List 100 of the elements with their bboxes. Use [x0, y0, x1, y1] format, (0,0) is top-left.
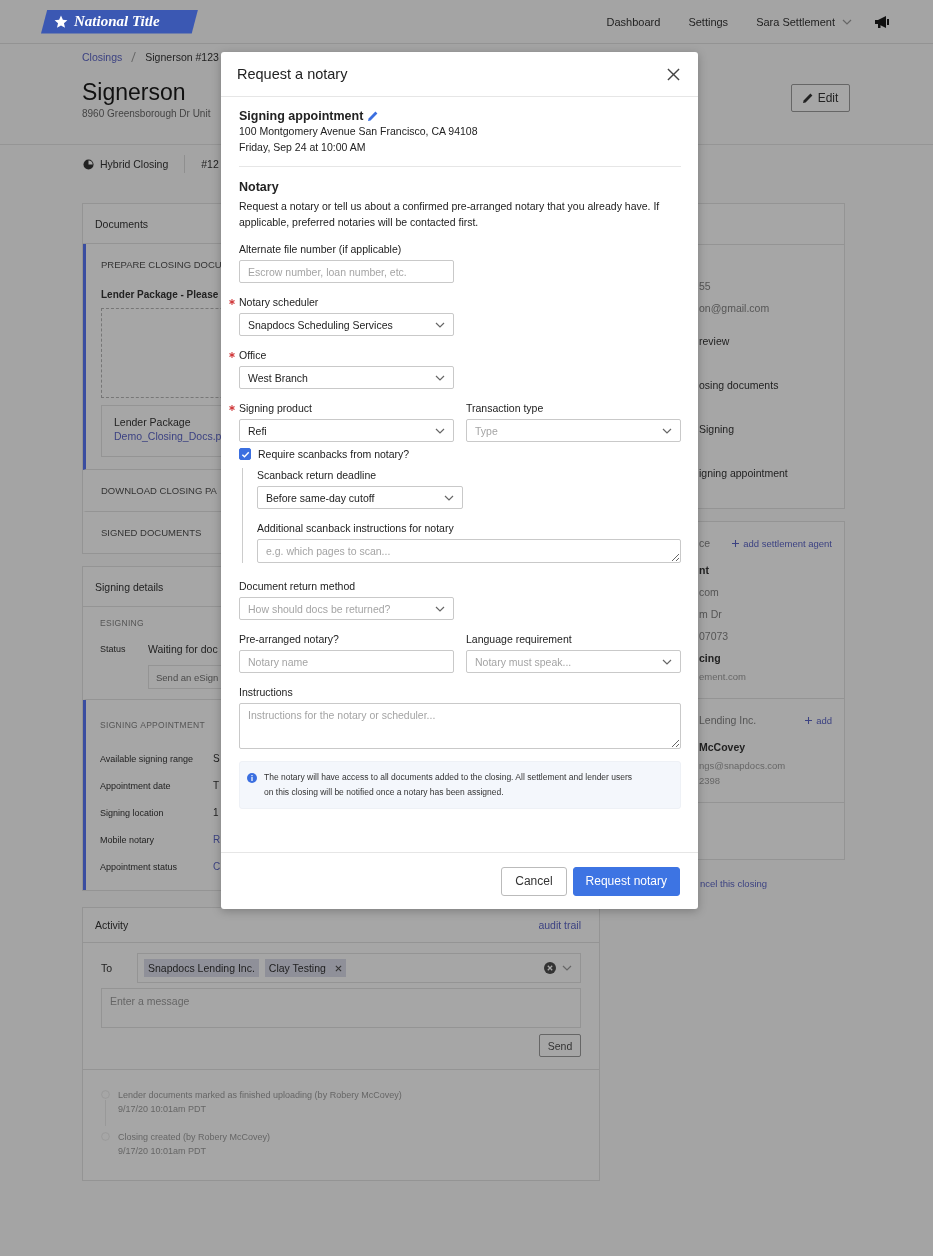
audit-trail-link[interactable]: audit trail — [538, 919, 581, 931]
logo-text: National Title — [74, 13, 160, 30]
status-value: Waiting for doc — [148, 643, 218, 655]
page-title: Signerson — [82, 78, 187, 106]
detail-label: Mobile notary — [100, 834, 156, 845]
dropdown[interactable]: Before same-day cutoff — [257, 486, 463, 509]
pencil-icon — [802, 93, 813, 103]
field-label: Transaction type — [466, 402, 544, 414]
to-label: To — [101, 962, 114, 974]
close-icon[interactable] — [667, 67, 680, 81]
chevron-icon — [435, 374, 445, 381]
cancel-button[interactable]: Cancel — [501, 866, 567, 896]
detail-value: 1 — [213, 807, 219, 818]
detail-link[interactable]: R — [213, 834, 221, 845]
side-text: com — [699, 585, 720, 600]
event-time: 9/17/20 10:01am PDT — [118, 1103, 208, 1116]
section-title: ESIGNING — [100, 618, 144, 628]
edit-button[interactable]: Edit — [791, 84, 850, 112]
side-text: nt — [699, 563, 710, 578]
detail-link[interactable]: C — [213, 861, 221, 872]
chevron-icon — [662, 658, 672, 665]
note-text: The notary will have access to all documents added to the closing. All settlement and lender users on this closing will be notified once a notary has been assigned. — [264, 771, 634, 799]
chevron-icon — [662, 427, 672, 434]
submit-button[interactable]: Request notary — [572, 866, 680, 896]
field-label: Language requirement — [466, 633, 572, 645]
message-field[interactable]: Enter a message — [101, 988, 581, 1028]
text-field[interactable]: Notary name — [239, 650, 454, 673]
breadcrumb-link[interactable]: Closings — [82, 51, 123, 63]
pencil-icon[interactable] — [368, 111, 379, 121]
text-area[interactable]: Instructions for the notary or scheduler... — [239, 703, 681, 749]
field-label: Instructions — [239, 686, 293, 698]
nav-link[interactable]: Settings — [688, 15, 729, 28]
checkbox[interactable] — [239, 448, 251, 460]
add-link[interactable]: add — [805, 714, 832, 726]
appointment-address: 100 Montgomery Avenue San Francisco, CA 94108 — [239, 124, 479, 139]
user-menu[interactable]: Sara Settlement — [756, 15, 852, 28]
card-title: Activity — [95, 919, 129, 931]
side-text: Signing — [699, 422, 736, 437]
recipient-field[interactable]: Snapdocs Lending Inc. Clay Testing — [137, 953, 581, 983]
dropdown[interactable]: West Branch — [239, 366, 454, 389]
dropdown[interactable]: Refi — [239, 419, 454, 442]
side-text: 55 — [699, 279, 712, 294]
detail-value: S — [213, 753, 220, 764]
dialog-title: Request a notary — [237, 66, 348, 82]
field-label: Scanback return deadline — [257, 469, 377, 481]
chevron-icon — [444, 494, 454, 501]
side-text: igning appointment — [699, 466, 789, 481]
detail-label: Available signing range — [100, 753, 194, 764]
chevron-icon — [562, 965, 572, 971]
side-text: 2398 — [699, 774, 722, 788]
pie-icon — [83, 158, 94, 170]
closing-number: #12 — [201, 158, 219, 170]
side-text: ngs@snapdocs.com — [699, 759, 787, 773]
field-label: Additional scanback instructions for notary — [257, 522, 454, 534]
side-text: cing — [699, 651, 722, 666]
address: 8960 Greensborough Dr Unit — [82, 108, 211, 119]
checkbox-label: Require scanbacks from notary? — [258, 448, 410, 460]
recipient-chip[interactable]: Snapdocs Lending Inc. — [144, 959, 259, 977]
side-text: review — [699, 334, 731, 349]
side-text: ement.com — [699, 670, 747, 684]
section-description: Request a notary or tell us about a confirmed pre-arranged notary that you already have. If applicable, preferred notaries will be contacted first. — [239, 199, 661, 230]
section-title: DOWNLOAD CLOSING PA — [101, 485, 217, 496]
remove-icon[interactable] — [334, 964, 342, 972]
info-icon — [247, 773, 257, 783]
status-label: Status — [100, 644, 127, 654]
recipient-chip[interactable]: Clay Testing — [264, 959, 346, 977]
side-text: McCovey — [699, 740, 747, 755]
chevron-icon — [435, 427, 445, 434]
detail-label: Appointment status — [100, 861, 179, 872]
side-text: osing documents — [699, 378, 780, 393]
detail-value: T — [213, 780, 220, 791]
section-title: PREPARE CLOSING DOCU — [101, 259, 222, 270]
section-heading: Signing appointment — [239, 109, 364, 123]
nav-link[interactable]: Dashboard — [606, 15, 661, 28]
text-area[interactable]: e.g. which pages to scan... — [257, 539, 681, 563]
side-text: on@gmail.com — [699, 301, 771, 316]
logo[interactable]: National Title — [41, 9, 198, 34]
field-label: Signing product — [229, 402, 312, 414]
breadcrumb-current: Signerson #123 — [145, 51, 219, 63]
section-heading: Notary — [239, 180, 280, 194]
text-field[interactable]: Escrow number, loan number, etc. — [239, 260, 454, 283]
star-icon — [54, 14, 68, 29]
chevron-icon — [842, 18, 852, 25]
dropdown[interactable]: Type — [466, 419, 681, 442]
send-button[interactable]: Send — [539, 1034, 581, 1057]
plus-icon — [732, 539, 740, 547]
side-text: m Dr — [699, 607, 723, 622]
closing-type: Hybrid Closing — [100, 158, 169, 170]
section-title: SIGNING APPOINTMENT — [100, 720, 205, 730]
chevron-icon — [435, 321, 445, 328]
add-link[interactable]: add settlement agent — [732, 537, 832, 549]
package-label: Lender Package - Please — [101, 289, 220, 300]
field-label: Document return method — [239, 580, 356, 592]
megaphone-icon[interactable] — [874, 14, 890, 29]
file-title: Lender Package — [114, 416, 192, 428]
clear-icon[interactable] — [544, 962, 556, 974]
dropdown[interactable]: Snapdocs Scheduling Services — [239, 313, 454, 336]
card-title: Documents — [95, 217, 149, 230]
detail-label: Appointment date — [100, 780, 172, 791]
plus-icon — [805, 716, 813, 724]
